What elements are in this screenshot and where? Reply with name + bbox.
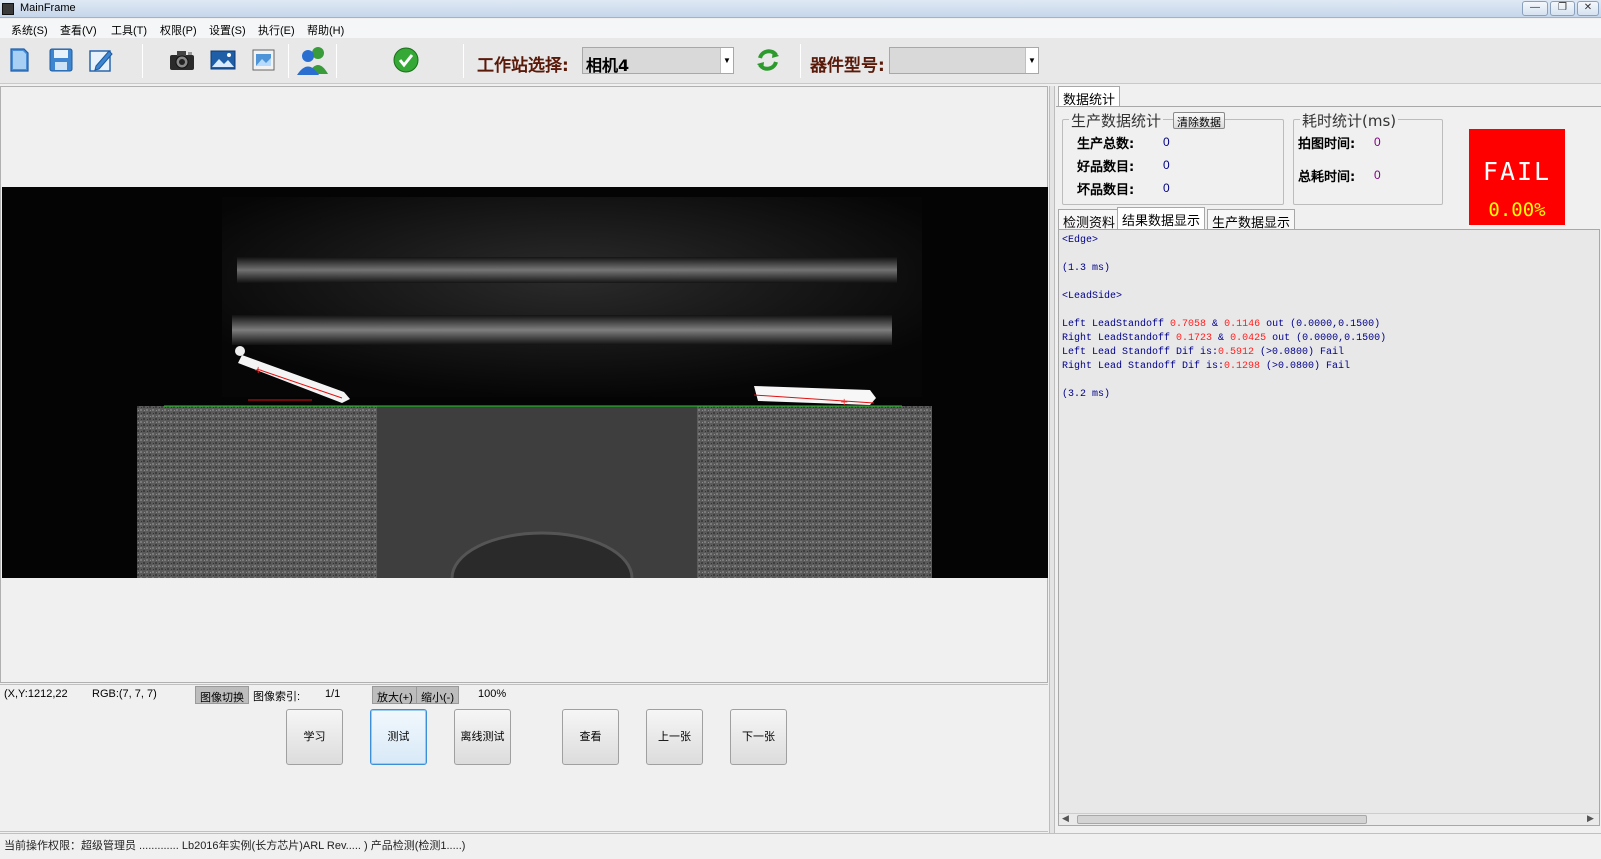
capture-time-label: 拍图时间: (1298, 137, 1356, 152)
result-line: <LeadSide> (1062, 291, 1123, 302)
image-display-area: + + (0, 86, 1048, 683)
tab-result-display[interactable]: 结果数据显示 (1117, 207, 1206, 229)
cursor-coordinates: (X,Y:1212,22 (4, 688, 68, 700)
minimize-button[interactable]: — (1522, 1, 1548, 16)
open-image-icon[interactable] (250, 46, 278, 74)
production-stats-title: 生产数据统计 (1069, 110, 1164, 131)
tab-data-statistics[interactable]: 数据统计 (1058, 86, 1121, 108)
statistics-box: 生产数据统计 清除数据 生产总数: 0 好品数目: 0 坏品数目: 0 耗时统计… (1056, 106, 1601, 225)
menu-help[interactable]: 帮助(H) (307, 22, 344, 38)
toolbar-separator (800, 44, 801, 78)
image-status-bar: (X,Y:1212,22 RGB:(7, 7, 7) 图像切换 图像索引: 1/… (0, 684, 1048, 704)
maximize-button[interactable]: ❐ (1550, 1, 1575, 16)
result-line: Right Lead Standoff Dif is:0.1298 (>0.08… (1062, 361, 1351, 372)
refresh-icon[interactable] (754, 46, 782, 74)
result-status-indicator: FAIL 0.00% (1469, 129, 1565, 225)
check-icon[interactable] (392, 46, 420, 74)
menu-settings[interactable]: 设置(S) (209, 22, 246, 38)
clear-data-button[interactable]: 清除数据 (1173, 112, 1225, 129)
status-message: 当前操作权限：超级管理员 ............. Lb2016年实例(长方芯… (4, 840, 466, 852)
edit-icon[interactable] (87, 46, 115, 74)
users-icon[interactable] (296, 44, 330, 76)
camera-image[interactable]: + + (2, 187, 1048, 578)
test-button[interactable]: 测试 (370, 709, 427, 765)
status-bar: 当前操作权限：超级管理员 ............. Lb2016年实例(长方芯… (0, 833, 1601, 859)
toolbar-separator (288, 44, 289, 78)
offline-test-button[interactable]: 离线测试 (454, 709, 511, 765)
pass-rate: 0.00% (1488, 199, 1546, 221)
bad-count-value: 0 (1163, 181, 1170, 195)
chevron-down-icon[interactable]: ▼ (1025, 48, 1038, 73)
next-image-button[interactable]: 下一张 (730, 709, 787, 765)
toolbar-separator (142, 44, 143, 78)
panel-splitter[interactable] (1049, 86, 1055, 833)
menu-bar: 系统(S) 查看(V) 工具(T) 权限(P) 设置(S) 执行(E) 帮助(H… (0, 19, 1601, 38)
total-time-value: 0 (1374, 168, 1381, 182)
learn-button[interactable]: 学习 (286, 709, 343, 765)
total-count-value: 0 (1163, 135, 1170, 149)
menu-permission[interactable]: 权限(P) (160, 22, 197, 38)
station-select-value: 相机4 (586, 56, 630, 75)
toolbar: 工作站选择: 相机4 ▼ 器件型号: ▼ (0, 38, 1601, 84)
result-text-area[interactable]: <Edge> (1.3 ms) <LeadSide> Left LeadStan… (1058, 229, 1600, 826)
save-icon[interactable] (47, 46, 75, 74)
menu-system[interactable]: 系统(S) (11, 22, 48, 38)
result-line: (1.3 ms) (1062, 263, 1111, 274)
new-file-icon[interactable] (6, 46, 34, 74)
toolbar-separator (336, 44, 337, 78)
main-window: MainFrame — ❐ ✕ 系统(S) 查看(V) 工具(T) 权限(P) … (0, 0, 1601, 859)
total-time-label: 总耗时间: (1298, 170, 1356, 185)
menu-tools[interactable]: 工具(T) (111, 22, 147, 38)
part-label: 器件型号: (810, 56, 885, 76)
action-button-panel: 学习 测试 离线测试 查看 上一张 下一张 (0, 705, 1048, 832)
scroll-right-icon[interactable]: ▶ (1587, 813, 1594, 824)
image-switch-button[interactable]: 图像切换 (195, 686, 249, 704)
production-stats-group: 生产数据统计 清除数据 生产总数: 0 好品数目: 0 坏品数目: 0 (1062, 110, 1284, 205)
tab-production-display[interactable]: 生产数据显示 (1207, 209, 1296, 231)
scrollbar-thumb[interactable] (1077, 815, 1367, 824)
camera-icon[interactable] (168, 46, 196, 74)
total-count-label: 生产总数: (1077, 137, 1135, 152)
result-line: <Edge> (1062, 235, 1099, 246)
pixel-rgb: RGB:(7, 7, 7) (92, 688, 157, 700)
svg-text:+: + (254, 365, 262, 376)
result-line: Left LeadStandoff 0.7058 & 0.1146 out (0… (1062, 319, 1381, 330)
horizontal-scrollbar[interactable]: ◀ ▶ (1059, 813, 1599, 825)
menu-execute[interactable]: 执行(E) (258, 22, 295, 38)
timing-stats-group: 耗时统计(ms) 拍图时间: 0 总耗时间: 0 (1293, 110, 1443, 205)
result-line: Right LeadStandoff 0.1723 & 0.0425 out (… (1062, 333, 1387, 344)
capture-time-value: 0 (1374, 135, 1381, 149)
result-line: (3.2 ms) (1062, 389, 1111, 400)
result-line: Left Lead Standoff Dif is:0.5912 (>0.080… (1062, 347, 1345, 358)
scroll-left-icon[interactable]: ◀ (1062, 813, 1069, 824)
part-select[interactable]: ▼ (889, 47, 1039, 74)
previous-image-button[interactable]: 上一张 (646, 709, 703, 765)
tab-inspection-data[interactable]: 检测资料 (1058, 209, 1121, 231)
close-button[interactable]: ✕ (1577, 1, 1599, 16)
result-status-text: FAIL (1482, 157, 1552, 186)
view-button[interactable]: 查看 (562, 709, 619, 765)
camera-image-render: + + (2, 187, 1048, 578)
zoom-in-button[interactable]: 放大(+) (372, 686, 418, 704)
image-icon[interactable] (209, 46, 237, 74)
window-title: MainFrame (20, 2, 76, 14)
menu-view[interactable]: 查看(V) (60, 22, 97, 38)
app-icon (2, 3, 14, 15)
chevron-down-icon[interactable]: ▼ (720, 48, 733, 73)
zoom-level: 100% (478, 688, 507, 700)
station-label: 工作站选择: (477, 56, 569, 76)
timing-stats-title: 耗时统计(ms) (1300, 110, 1399, 131)
title-bar: MainFrame — ❐ ✕ (0, 0, 1601, 18)
toolbar-separator (463, 44, 464, 78)
result-log: <Edge> (1.3 ms) <LeadSide> Left LeadStan… (1062, 234, 1386, 402)
station-select[interactable]: 相机4 ▼ (582, 47, 734, 75)
zoom-out-button[interactable]: 缩小(-) (416, 686, 459, 704)
bad-count-label: 坏品数目: (1077, 183, 1135, 198)
image-index-label: 图像索引: (253, 691, 301, 703)
statistics-panel: 数据统计 生产数据统计 清除数据 生产总数: 0 好品数目: 0 坏品数目: 0… (1056, 86, 1601, 833)
image-index-value: 1/1 (325, 688, 341, 700)
good-count-label: 好品数目: (1077, 160, 1135, 175)
good-count-value: 0 (1163, 158, 1170, 172)
